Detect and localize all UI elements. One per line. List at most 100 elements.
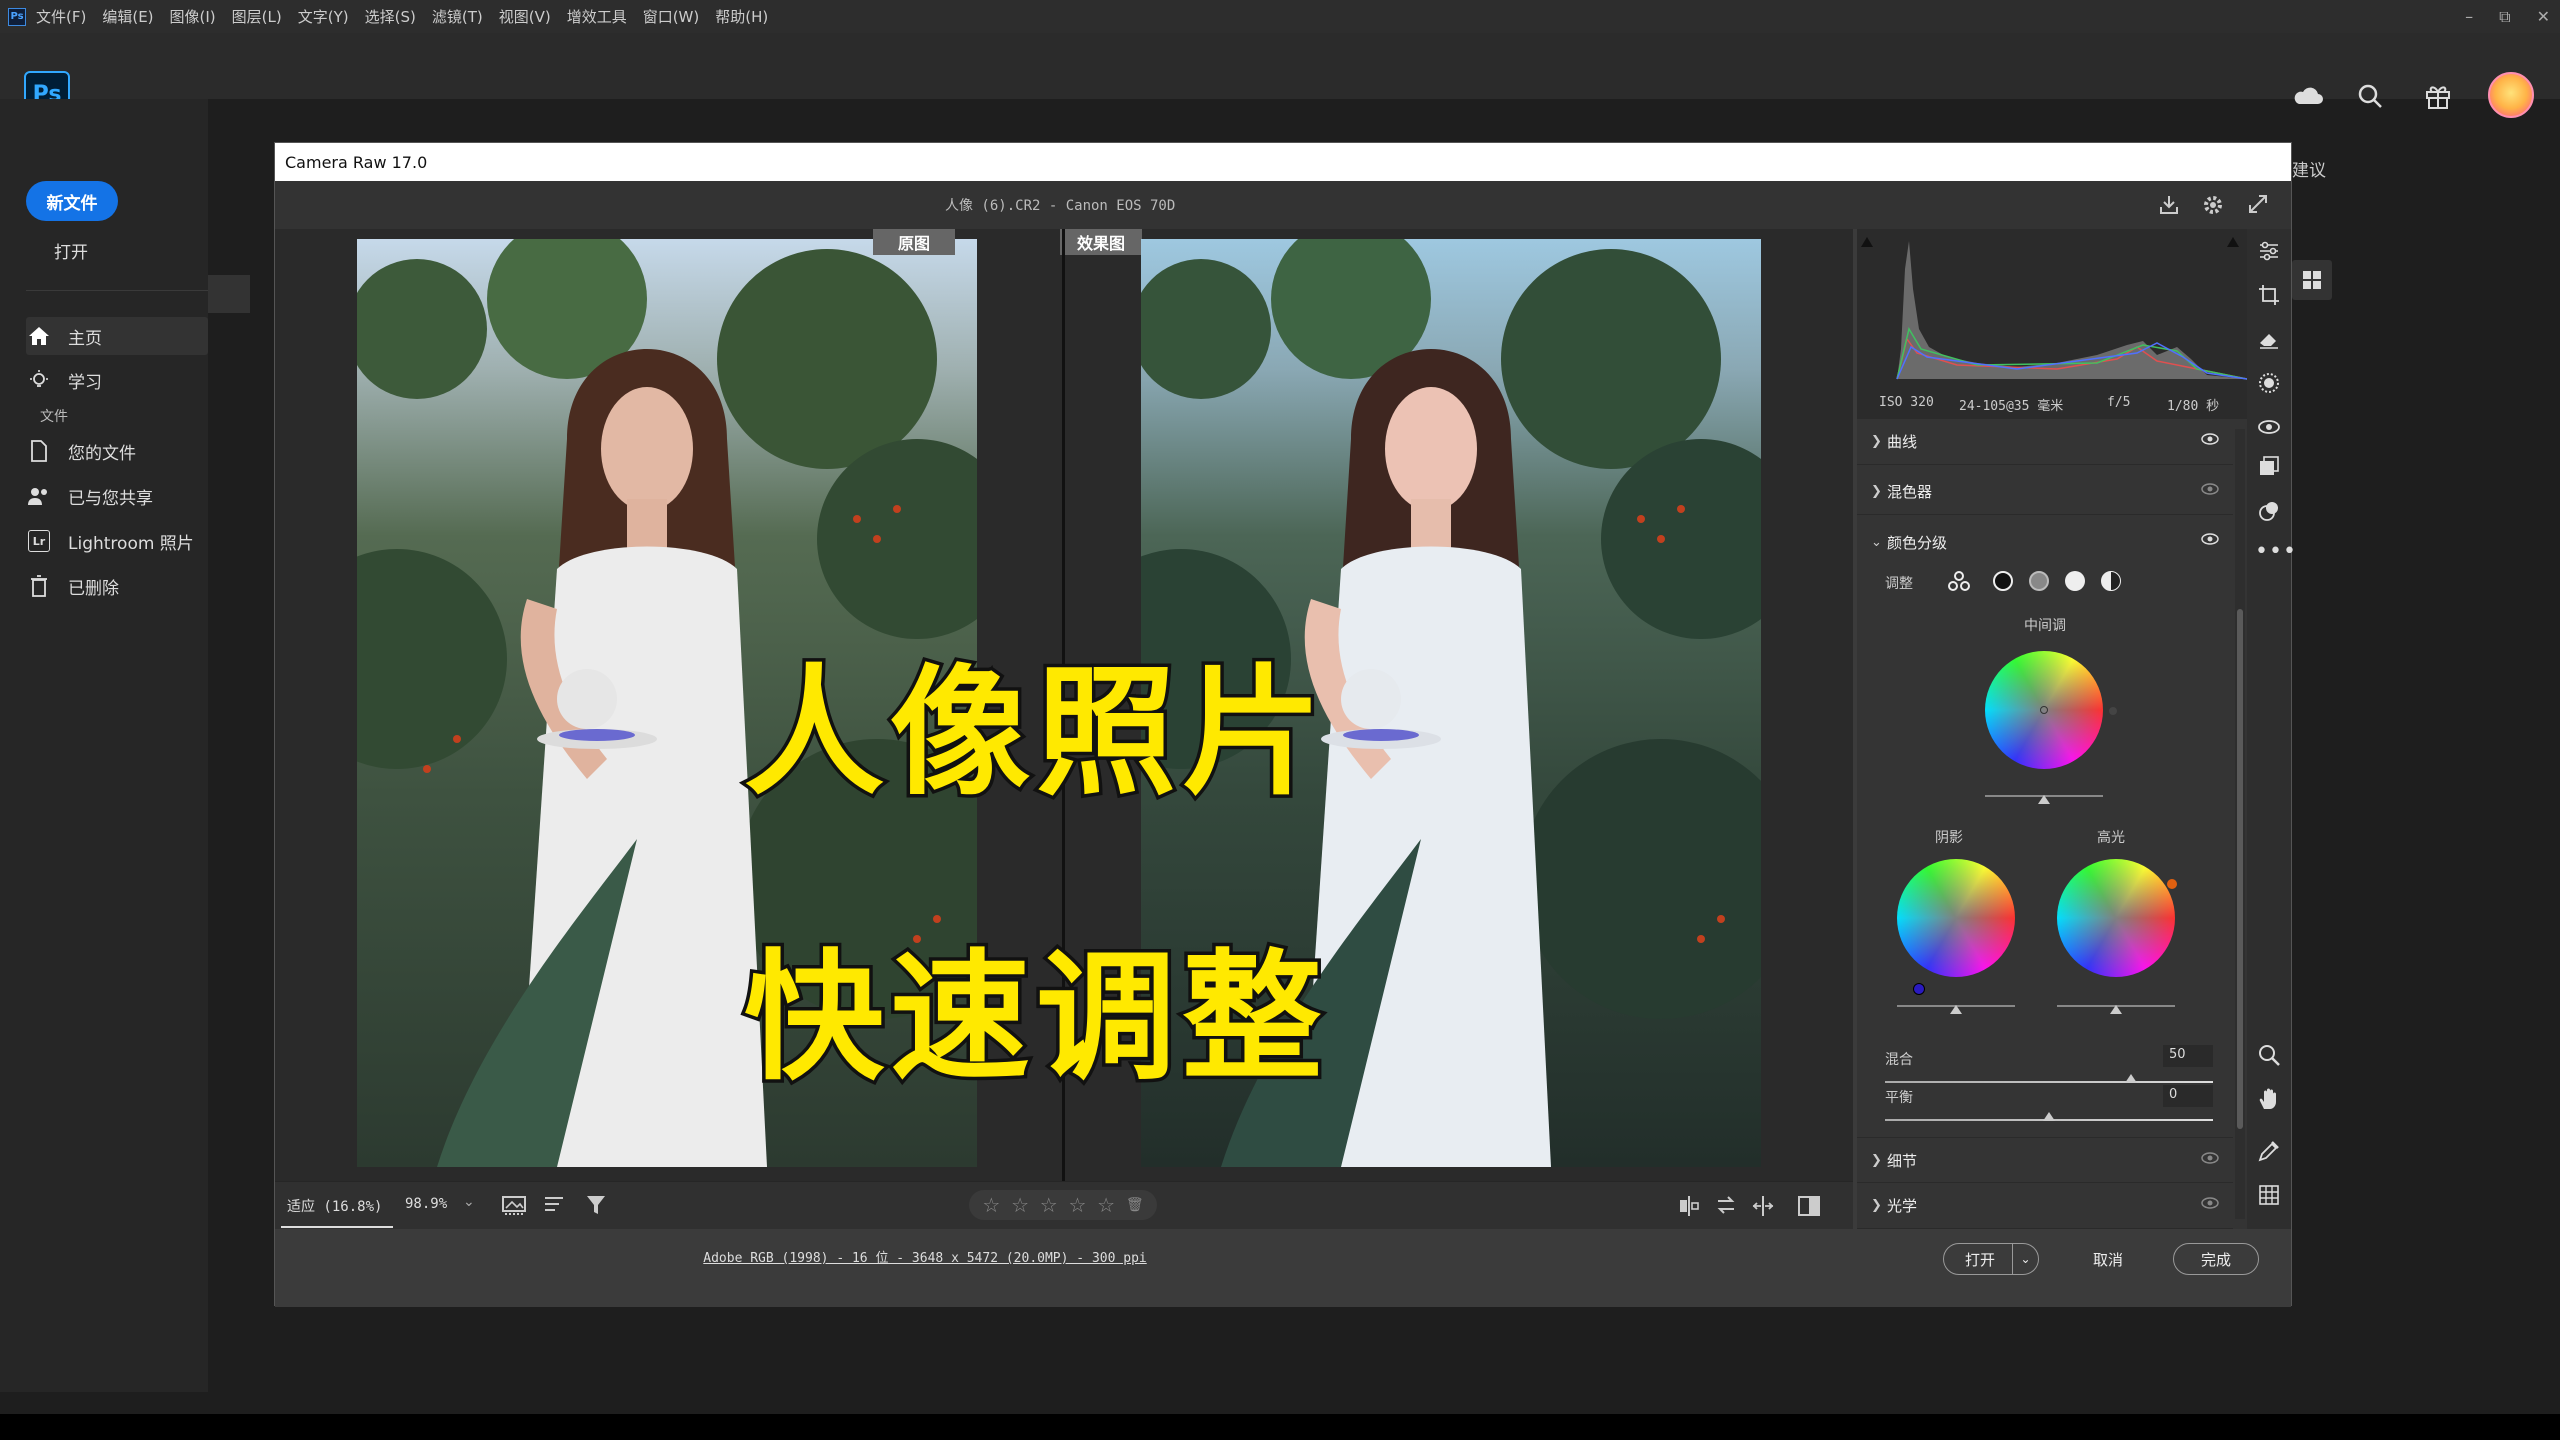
menu-file[interactable]: 文件(F)	[36, 6, 86, 27]
new-file-button[interactable]: 新文件	[26, 181, 118, 221]
sidebar-item-shared[interactable]: 已与您共享	[26, 477, 208, 515]
slider-thumb[interactable]	[2038, 795, 2050, 804]
midtones-selector[interactable]	[2029, 571, 2049, 591]
star-icon[interactable]: ☆	[1097, 1193, 1115, 1217]
gear-icon[interactable]	[2201, 193, 2225, 221]
menu-window[interactable]: 窗口(W)	[643, 6, 700, 27]
chevron-down-icon[interactable]: ⌄	[463, 1194, 475, 1210]
zoom-fit-select[interactable]: 适应 (16.8%)	[287, 1196, 382, 1216]
histogram	[1857, 229, 2248, 389]
background-suggestion-text: 建议	[2292, 161, 2326, 181]
snapshot-icon[interactable]	[2257, 499, 2281, 527]
chevron-down-icon[interactable]: ⌄	[2012, 1244, 2038, 1274]
menu-image[interactable]: 图像(I)	[170, 6, 216, 27]
open-button[interactable]: 打开	[54, 238, 88, 263]
cancel-button[interactable]: 取消	[2093, 1249, 2123, 1270]
sidebar-item-home[interactable]: 主页	[26, 317, 208, 355]
section-detail[interactable]: ❯ 细节	[1857, 1137, 2233, 1183]
eye-icon[interactable]	[2201, 1152, 2219, 1164]
balance-slider-thumb[interactable]	[2043, 1112, 2055, 1121]
balance-value-input[interactable]: 0	[2163, 1085, 2213, 1107]
eraser-icon[interactable]	[2257, 327, 2281, 355]
star-rating[interactable]: ☆ ☆ ☆ ☆ ☆ 🗑	[969, 1190, 1157, 1220]
hand-icon[interactable]	[2257, 1087, 2281, 1115]
blend-slider-thumb[interactable]	[2125, 1074, 2137, 1083]
eye-icon[interactable]	[2201, 1197, 2219, 1209]
sidebar-item-deleted[interactable]: 已删除	[26, 567, 208, 605]
cloud-icon[interactable]	[2290, 78, 2326, 114]
grid-icon[interactable]	[2257, 1183, 2281, 1211]
red-eye-icon[interactable]	[2257, 415, 2281, 443]
menu-help[interactable]: 帮助(H)	[715, 6, 768, 27]
sidebar-item-learn[interactable]: 学习	[26, 361, 208, 399]
close-button[interactable]: ✕	[2537, 7, 2550, 26]
global-selector[interactable]	[2101, 571, 2121, 591]
trash-icon[interactable]: 🗑	[1126, 1197, 1144, 1213]
blend-value-input[interactable]: 50	[2163, 1045, 2213, 1067]
before-after-toggle-icon[interactable]	[1797, 1194, 1821, 1222]
eye-icon[interactable]	[2201, 433, 2219, 445]
restore-button[interactable]: ⧉	[2499, 7, 2510, 27]
avatar[interactable]	[2488, 72, 2534, 118]
compare-left-right-icon[interactable]	[1677, 1194, 1701, 1222]
masking-icon[interactable]	[2257, 371, 2281, 399]
save-icon[interactable]	[2157, 193, 2181, 221]
wheel-outer-handle[interactable]	[2109, 707, 2117, 715]
menu-plugins[interactable]: 增效工具	[567, 6, 627, 27]
minimize-button[interactable]: –	[2465, 7, 2473, 26]
blend-slider[interactable]	[1885, 1081, 2213, 1083]
shadow-hue-handle[interactable]	[1913, 983, 1925, 995]
sort-icon[interactable]	[543, 1194, 567, 1220]
section-mixer[interactable]: ❯ 混色器	[1857, 469, 2233, 515]
slider-thumb[interactable]	[2110, 1005, 2122, 1014]
star-icon[interactable]: ☆	[1011, 1193, 1029, 1217]
section-title: 混色器	[1887, 483, 1933, 501]
swap-icon[interactable]	[1715, 1194, 1737, 1220]
gift-icon[interactable]	[2420, 78, 2456, 114]
highlights-selector[interactable]	[2065, 571, 2085, 591]
more-icon[interactable]: •••	[2255, 539, 2297, 564]
zoom-icon[interactable]	[2257, 1043, 2281, 1071]
section-color-grading[interactable]: ⌄ 颜色分级	[1857, 519, 2233, 565]
shadows-selector[interactable]	[1993, 571, 2013, 591]
fullscreen-icon[interactable]	[2247, 193, 2269, 219]
menu-filter[interactable]: 滤镜(T)	[432, 6, 483, 27]
scrollbar-thumb[interactable]	[2237, 609, 2243, 1129]
eye-icon[interactable]	[2201, 483, 2219, 495]
tab-before[interactable]: 原图	[873, 229, 955, 255]
panel-scrollbar[interactable]	[2235, 429, 2245, 1219]
star-icon[interactable]: ☆	[1040, 1193, 1058, 1217]
search-icon[interactable]	[2352, 78, 2388, 114]
section-curve[interactable]: ❯ 曲线	[1857, 419, 2233, 465]
presets-icon[interactable]	[2257, 455, 2281, 483]
tab-after[interactable]: 效果图	[1060, 229, 1142, 255]
menu-select[interactable]: 选择(S)	[365, 6, 416, 27]
copy-settings-icon[interactable]	[1751, 1194, 1775, 1222]
sidebar-item-your-files[interactable]: 您的文件	[26, 432, 208, 470]
menu-view[interactable]: 视图(V)	[499, 6, 551, 27]
sliders-icon[interactable]	[2257, 239, 2281, 267]
star-icon[interactable]: ☆	[1068, 1193, 1086, 1217]
section-optics[interactable]: ❯ 光学	[1857, 1183, 2233, 1229]
eye-icon[interactable]	[2201, 533, 2219, 545]
star-icon[interactable]: ☆	[982, 1193, 1000, 1217]
slider-thumb[interactable]	[1950, 1005, 1962, 1014]
shadows-color-wheel[interactable]	[1897, 859, 2015, 977]
done-button[interactable]: 完成	[2173, 1243, 2259, 1275]
highlight-hue-handle[interactable]	[2167, 879, 2177, 889]
menu-layer[interactable]: 图层(L)	[232, 6, 282, 27]
sidebar-item-lightroom[interactable]: Lr Lightroom 照片	[26, 522, 208, 560]
crop-icon[interactable]	[2257, 283, 2281, 311]
overlay-title-line2: 快速调整	[740, 934, 1329, 1104]
filter-icon[interactable]	[585, 1194, 607, 1220]
filmstrip-icon[interactable]	[501, 1194, 527, 1220]
menu-type[interactable]: 文字(Y)	[298, 6, 349, 27]
highlights-color-wheel[interactable]	[2057, 859, 2175, 977]
workflow-options-link[interactable]: Adobe RGB (1998) - 16 位 - 3648 x 5472 (2…	[275, 1247, 1575, 1266]
wheel-handle[interactable]	[2040, 706, 2048, 714]
eyedropper-icon[interactable]	[2257, 1139, 2281, 1167]
menu-edit[interactable]: 编辑(E)	[102, 6, 153, 27]
three-way-icon[interactable]	[1947, 569, 1971, 593]
open-image-button[interactable]: 打开 ⌄	[1943, 1243, 2039, 1275]
zoom-value[interactable]: 98.9%	[405, 1196, 447, 1212]
